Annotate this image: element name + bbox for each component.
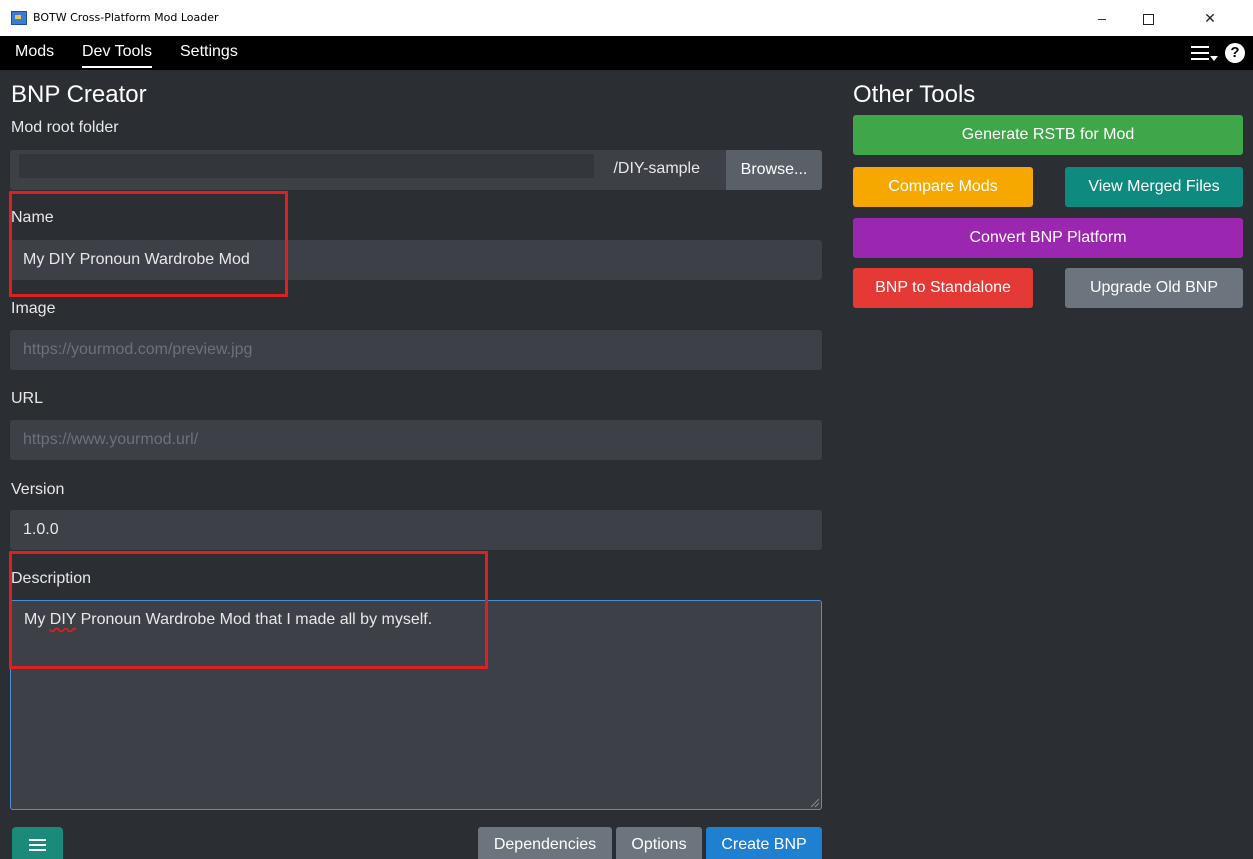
maximize-button[interactable] [1125,6,1171,30]
hamburger-menu-button[interactable] [12,827,63,859]
resize-handle-icon[interactable] [811,799,819,807]
name-label: Name [11,209,54,226]
maximize-icon [1142,13,1154,25]
upgrade-old-bnp-button[interactable]: Upgrade Old BNP [1065,268,1243,308]
folder-path-text: /DIY-sample [613,160,700,177]
url-label: URL [11,390,44,407]
close-button[interactable]: ✕ [1187,6,1233,30]
tab-mods[interactable]: Mods [15,36,54,70]
tab-dev-tools[interactable]: Dev Tools [82,36,152,68]
other-tools-title: Other Tools [853,81,976,108]
menu-icon[interactable] [1191,46,1209,60]
generate-rstb-button[interactable]: Generate RSTB for Mod [853,115,1243,155]
image-input[interactable]: https://yourmod.com/preview.jpg [10,330,822,370]
dependencies-button[interactable]: Dependencies [478,827,612,859]
window-title: BOTW Cross-Platform Mod Loader [33,11,219,24]
compare-mods-button[interactable]: Compare Mods [853,167,1033,207]
description-misspelled-word: DIY [49,611,77,628]
minimize-button[interactable]: – [1079,6,1125,30]
convert-bnp-platform-button[interactable]: Convert BNP Platform [853,218,1243,258]
tab-settings[interactable]: Settings [180,36,238,70]
description-textarea[interactable]: My DIY Pronoun Wardrobe Mod that I made … [10,600,822,810]
mod-root-folder-input[interactable]: /DIY-sample [10,150,726,190]
description-label: Description [11,570,92,587]
app-window: BOTW Cross-Platform Mod Loader – ✕ Mods … [0,0,1253,859]
help-icon[interactable]: ? [1225,43,1245,63]
app-icon [11,11,27,25]
bnp-to-standalone-button[interactable]: BNP to Standalone [853,268,1033,308]
description-text-prefix: My [24,611,50,628]
options-button[interactable]: Options [616,827,702,859]
bnp-creator-title: BNP Creator [11,81,147,108]
folder-path-redacted [19,154,594,178]
version-label: Version [11,481,65,498]
url-input[interactable]: https://www.yourmod.url/ [10,420,822,460]
view-merged-files-button[interactable]: View Merged Files [1065,167,1243,207]
browse-button[interactable]: Browse... [726,150,822,190]
nav-actions: ? [1175,42,1245,64]
nav-bar: Mods Dev Tools Settings ? [0,36,1253,70]
image-label: Image [11,300,56,317]
title-bar: BOTW Cross-Platform Mod Loader – ✕ [0,0,1253,36]
version-input[interactable]: 1.0.0 [10,510,822,550]
description-text-suffix: Pronoun Wardrobe Mod that I made all by … [76,611,433,628]
mod-root-folder-label: Mod root folder [11,119,119,136]
chevron-down-icon [1210,56,1218,61]
name-input[interactable]: My DIY Pronoun Wardrobe Mod [10,240,822,280]
create-bnp-button[interactable]: Create BNP [706,827,822,859]
